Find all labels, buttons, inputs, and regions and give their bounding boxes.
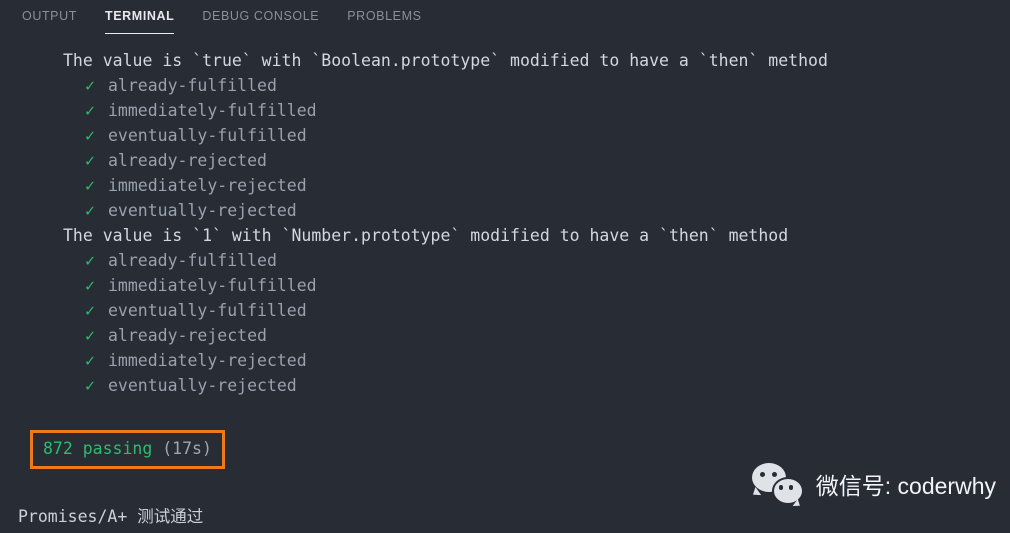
check-icon: ✓: [85, 276, 95, 295]
test-result-row: ✓ immediately-fulfilled: [0, 98, 1010, 123]
test-name: immediately-rejected: [108, 176, 307, 195]
test-name: already-rejected: [108, 151, 267, 170]
test-name: immediately-fulfilled: [108, 101, 317, 120]
wechat-eye-dot: [788, 485, 794, 490]
tab-debug-console[interactable]: DEBUG CONSOLE: [202, 0, 319, 23]
test-name: immediately-rejected: [108, 351, 307, 370]
output-spacer: [0, 398, 1010, 430]
passing-count: 872 passing: [43, 439, 153, 458]
test-name: already-fulfilled: [108, 251, 277, 270]
check-icon: ✓: [85, 376, 95, 395]
test-result-row: ✓ immediately-fulfilled: [0, 273, 1010, 298]
test-result-row: ✓ already-fulfilled: [0, 248, 1010, 273]
check-icon: ✓: [85, 326, 95, 345]
check-icon: ✓: [85, 201, 95, 220]
wechat-icon: [751, 463, 804, 505]
test-name: eventually-fulfilled: [108, 126, 307, 145]
terminal-output[interactable]: The value is `true` with `Boolean.protot…: [0, 38, 1010, 469]
test-name: eventually-rejected: [108, 376, 297, 395]
wechat-watermark: 微信号: coderwhy: [751, 463, 996, 505]
suite-header: The value is `1` with `Number.prototype`…: [63, 226, 789, 245]
check-icon: ✓: [85, 101, 95, 120]
tab-problems[interactable]: PROBLEMS: [347, 0, 421, 23]
wechat-eye-dot: [771, 472, 777, 477]
test-result-row: ✓ already-fulfilled: [0, 73, 1010, 98]
test-result-row: ✓ eventually-rejected: [0, 198, 1010, 223]
suite-header: The value is `true` with `Boolean.protot…: [63, 51, 828, 70]
check-icon: ✓: [85, 126, 95, 145]
tab-output[interactable]: OUTPUT: [22, 0, 77, 23]
check-icon: ✓: [85, 251, 95, 270]
test-result-row: ✓ already-rejected: [0, 323, 1010, 348]
test-result-row: ✓ eventually-fulfilled: [0, 298, 1010, 323]
test-result-row: ✓ eventually-fulfilled: [0, 123, 1010, 148]
wechat-eye-dot: [778, 485, 784, 490]
test-result-row: ✓ eventually-rejected: [0, 373, 1010, 398]
caption-text: Promises/A+ 测试通过: [18, 507, 204, 526]
check-icon: ✓: [85, 301, 95, 320]
passing-summary-box: 872 passing (17s): [30, 430, 225, 469]
test-name: already-rejected: [108, 326, 267, 345]
test-result-row: ✓ immediately-rejected: [0, 348, 1010, 373]
passing-duration: (17s): [162, 439, 212, 458]
check-icon: ✓: [85, 76, 95, 95]
tab-terminal[interactable]: TERMINAL: [105, 0, 175, 34]
wechat-bubble-small: [771, 477, 804, 505]
test-result-row: ✓ immediately-rejected: [0, 173, 1010, 198]
wechat-eye-dot: [759, 472, 765, 477]
check-icon: ✓: [85, 151, 95, 170]
test-name: eventually-rejected: [108, 201, 297, 220]
test-name: already-fulfilled: [108, 76, 277, 95]
check-icon: ✓: [85, 351, 95, 370]
test-result-row: ✓ already-rejected: [0, 148, 1010, 173]
panel-tab-bar: OUTPUT TERMINAL DEBUG CONSOLE PROBLEMS: [0, 0, 1010, 38]
test-name: immediately-fulfilled: [108, 276, 317, 295]
test-name: eventually-fulfilled: [108, 301, 307, 320]
wechat-id-text: 微信号: coderwhy: [815, 473, 996, 499]
check-icon: ✓: [85, 176, 95, 195]
